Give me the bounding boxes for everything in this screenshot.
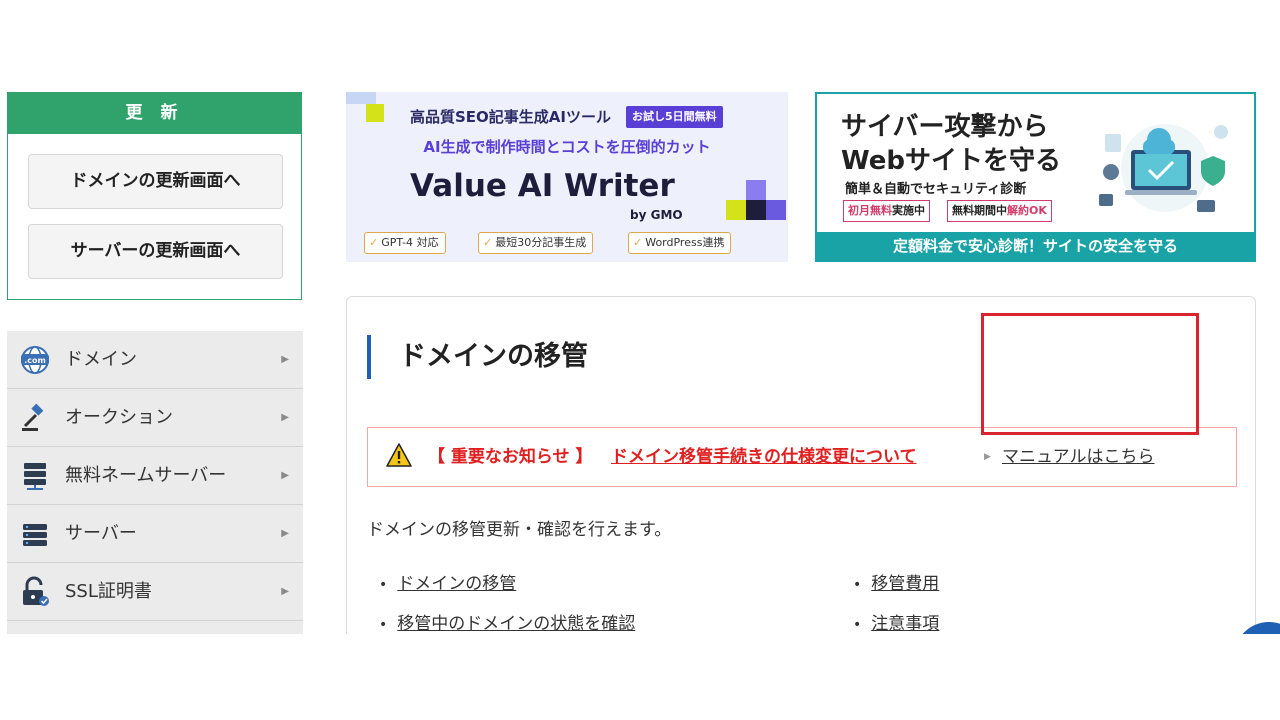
- server-renewal-button[interactable]: サーバーの更新画面へ: [28, 224, 283, 279]
- sidebar-item-label: サーバー: [65, 523, 137, 544]
- server-icon: [23, 524, 47, 546]
- name-server-icon: [24, 463, 46, 490]
- sidebar-item-label: 無料ネームサーバー: [65, 465, 227, 486]
- decor-square: [766, 200, 786, 220]
- manual-link[interactable]: マニュアルはこちら: [1002, 428, 1155, 486]
- security-laptop-illustration: [1099, 124, 1228, 212]
- decor-square: [726, 200, 746, 220]
- by-gmo-label: by GMO: [630, 208, 683, 222]
- feature-pill-label: 最短30分記事生成: [495, 236, 587, 249]
- sidebar-item-partial: [7, 621, 303, 634]
- domain-renewal-button[interactable]: ドメインの更新画面へ: [28, 154, 283, 209]
- side-nav: .com ドメイン ▶ オークション ▶ 無料ネームサーバー ▶ サーバー ▶ …: [7, 331, 303, 634]
- chevron-right-icon: ▶: [281, 412, 289, 423]
- check-icon: ✓: [483, 236, 493, 249]
- promo-tag-text: 実施中: [892, 204, 925, 217]
- sidebar-item-label: SSL証明書: [65, 581, 152, 602]
- svg-text:.com: .com: [24, 356, 46, 365]
- link-transfer-fee[interactable]: • 移管費用: [853, 569, 939, 594]
- important-notice: 【 重要なお知らせ 】 ドメイン移管手続きの仕様変更について ▶ マニュアルはこ…: [367, 427, 1237, 487]
- check-icon: ✓: [633, 236, 643, 249]
- globe-com-icon: .com: [21, 346, 49, 374]
- sidebar-item-label: オークション: [65, 407, 173, 428]
- notice-link[interactable]: ドメイン移管手続きの仕様変更について: [611, 428, 917, 486]
- sidebar-item-name-server[interactable]: 無料ネームサーバー ▶: [7, 447, 303, 505]
- bullet-icon: •: [379, 577, 388, 593]
- banner-footer: 定額料金で安心診断！サイトの安全を守る: [817, 232, 1254, 260]
- banner-headline: 高品質SEO記事生成AIツール: [410, 108, 611, 126]
- feature-pill: ✓ 最短30分記事生成: [478, 232, 594, 254]
- link-label: 移管中のドメインの状態を確認: [397, 614, 636, 634]
- chevron-right-icon: ▶: [281, 470, 289, 481]
- page-viewport: 更 新 ドメインの更新画面へ サーバーの更新画面へ .com ドメイン ▶ オー…: [0, 92, 1280, 634]
- feature-pill: ✓ WordPress連携: [628, 232, 732, 254]
- banner-title-line: Webサイトを守る: [841, 146, 1061, 176]
- link-label: ドメインの移管: [397, 574, 517, 594]
- renewal-heading: 更 新: [8, 93, 301, 134]
- decor-square: [366, 104, 384, 122]
- decor-square: [746, 200, 766, 220]
- main-content-card: ドメインの移管 【 重要なお知らせ 】 ドメイン移管手続きの仕様変更について ▶…: [346, 296, 1256, 634]
- sidebar-item-label: ドメイン: [65, 349, 137, 370]
- feature-pill-label: WordPress連携: [645, 236, 725, 249]
- trial-badge: お試し5日間無料: [626, 106, 723, 128]
- feature-pill-label: GPT-4 対応: [381, 236, 439, 249]
- banner-subline: AI生成で制作時間とコストを圧倒的カット: [423, 138, 711, 156]
- renewal-box: 更 新 ドメインの更新画面へ サーバーの更新画面へ: [7, 92, 302, 300]
- lock-icon: [23, 576, 49, 606]
- page-description: ドメインの移管更新・確認を行えます。: [367, 520, 672, 540]
- sidebar-item-server[interactable]: サーバー ▶: [7, 505, 303, 563]
- chevron-right-icon: ▶: [281, 586, 289, 597]
- bullet-icon: •: [379, 617, 388, 633]
- banner-title-line: サイバー攻撃から: [841, 112, 1049, 142]
- link-label: 注意事項: [871, 614, 940, 634]
- decor-square: [346, 92, 376, 104]
- promo-tag-text: 無料期間中: [952, 204, 1007, 217]
- sidebar-item-domain[interactable]: .com ドメイン ▶: [7, 331, 303, 389]
- link-transfer-status[interactable]: • 移管中のドメインの状態を確認: [379, 609, 635, 634]
- title-accent-bar: [367, 335, 371, 379]
- value-ai-writer-banner[interactable]: 高品質SEO記事生成AIツール お試し5日間無料 AI生成で制作時間とコストを圧…: [346, 92, 788, 262]
- promo-tag: 初月無料実施中: [843, 200, 930, 222]
- banner-subtitle: 簡単＆自動でセキュリティ診断: [845, 182, 1027, 197]
- sidebar-item-ssl[interactable]: SSL証明書 ▶: [7, 563, 303, 621]
- promo-tag: 無料期間中解約OK: [947, 200, 1052, 222]
- notice-label: 【 重要なお知らせ 】: [428, 447, 593, 467]
- triangle-right-icon: ▶: [984, 452, 991, 462]
- security-diagnosis-banner[interactable]: サイバー攻撃から Webサイトを守る 簡単＆自動でセキュリティ診断 初月無料実施…: [815, 92, 1256, 262]
- page-title: ドメインの移管: [399, 341, 588, 372]
- feature-pill: ✓ GPT-4 対応: [364, 232, 446, 254]
- value-ai-writer-logo: Value AI Writer: [410, 168, 675, 204]
- chevron-right-icon: ▶: [281, 528, 289, 539]
- chevron-right-icon: ▶: [281, 354, 289, 365]
- decor-square: [746, 180, 766, 200]
- bullet-icon: •: [853, 577, 862, 593]
- banner-title: サイバー攻撃から Webサイトを守る: [841, 110, 1061, 178]
- promo-tag-highlight: 初月無料: [848, 204, 892, 217]
- sidebar-item-auction[interactable]: オークション ▶: [7, 389, 303, 447]
- promo-tag-highlight: 解約OK: [1007, 204, 1047, 217]
- link-domain-transfer[interactable]: • ドメインの移管: [379, 569, 516, 594]
- link-notes[interactable]: • 注意事項: [853, 609, 939, 634]
- gavel-icon: [22, 403, 44, 431]
- warning-icon: [386, 443, 412, 467]
- bullet-icon: •: [853, 617, 862, 633]
- check-icon: ✓: [369, 236, 379, 249]
- link-label: 移管費用: [871, 574, 940, 594]
